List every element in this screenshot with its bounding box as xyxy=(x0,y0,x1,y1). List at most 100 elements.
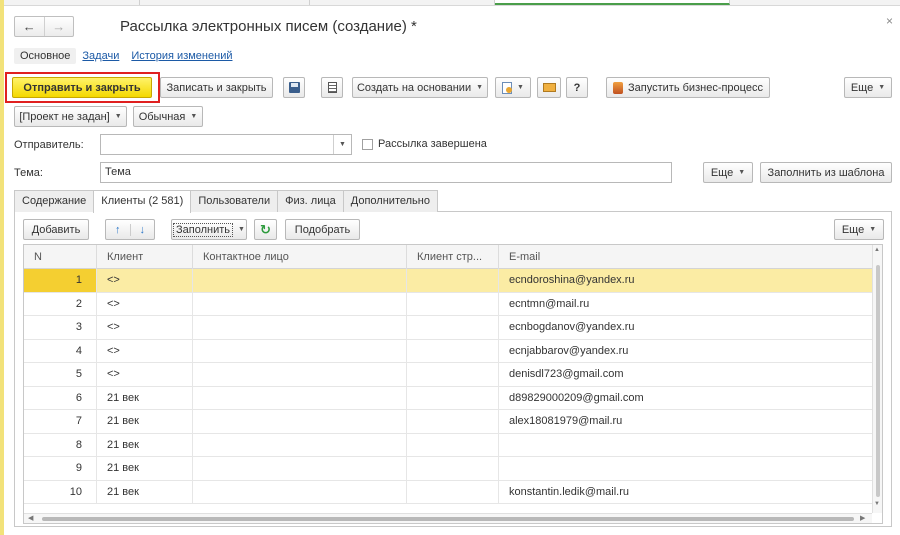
table-row[interactable]: 9 21 век xyxy=(24,457,872,481)
cell-email[interactable]: d89829000209@gmail.com xyxy=(499,387,872,410)
tab-clients[interactable]: Клиенты (2 581) xyxy=(93,190,192,213)
cell-client-str[interactable] xyxy=(407,363,499,386)
vertical-scrollbar[interactable]: ▲ ▼ xyxy=(872,245,882,513)
column-header-n[interactable]: N xyxy=(24,245,97,269)
cell-n[interactable]: 4 xyxy=(24,339,97,362)
cell-contact[interactable] xyxy=(193,386,407,409)
table-row[interactable]: 1 <> ecndoroshina@yandex.ru xyxy=(24,269,872,293)
cell-email[interactable]: ecntmn@mail.ru xyxy=(499,293,872,316)
grid-more-button[interactable]: Еще ▼ xyxy=(834,219,884,240)
cell-client[interactable]: 21 век xyxy=(97,457,193,480)
cell-contact[interactable] xyxy=(193,292,407,315)
table-row[interactable]: 5 <> denisdl723@gmail.com xyxy=(24,363,872,387)
cell-contact[interactable] xyxy=(193,457,407,480)
table-row[interactable]: 2 <> ecntmn@mail.ru xyxy=(24,292,872,316)
move-up-icon[interactable]: ↑ xyxy=(106,223,131,236)
start-business-process-button[interactable]: Запустить бизнес-процесс xyxy=(606,77,770,98)
cell-email[interactable]: alex18081979@mail.ru xyxy=(499,410,872,433)
create-based-on-button[interactable]: Создать на основании ▼ xyxy=(352,77,488,98)
table-row[interactable]: 10 21 век konstantin.ledik@mail.ru xyxy=(24,480,872,504)
cell-email[interactable] xyxy=(499,434,872,457)
cell-client-str[interactable] xyxy=(407,433,499,456)
print-button[interactable]: ▼ xyxy=(495,77,531,98)
mailing-completed-checkbox[interactable] xyxy=(362,139,373,150)
tab-content[interactable]: Содержание xyxy=(14,190,95,212)
list-button[interactable] xyxy=(321,77,343,98)
pick-button[interactable]: Подобрать xyxy=(285,219,360,240)
table-row[interactable]: 4 <> ecnjabbarov@yandex.ru xyxy=(24,339,872,363)
top-tab[interactable] xyxy=(0,0,140,5)
cell-email[interactable]: ecndoroshina@yandex.ru xyxy=(499,269,872,292)
cell-contact[interactable] xyxy=(193,480,407,503)
cell-email[interactable]: denisdl723@gmail.com xyxy=(499,363,872,386)
cell-client[interactable]: 21 век xyxy=(97,386,193,409)
cell-n[interactable]: 7 xyxy=(24,410,97,433)
top-tab[interactable] xyxy=(310,0,495,5)
tab-users[interactable]: Пользователи xyxy=(190,190,279,212)
top-tab-active[interactable] xyxy=(495,0,730,5)
back-button[interactable]: ← xyxy=(15,17,44,36)
scroll-up-icon[interactable]: ▲ xyxy=(874,247,880,253)
cell-email[interactable] xyxy=(499,457,872,480)
cell-client[interactable]: 21 век xyxy=(97,433,193,456)
cell-n[interactable]: 8 xyxy=(24,433,97,456)
add-row-button[interactable]: Добавить xyxy=(23,219,89,240)
subject-input[interactable]: Тема xyxy=(100,162,672,183)
save-button[interactable] xyxy=(283,77,305,98)
cell-n[interactable]: 6 xyxy=(24,386,97,409)
column-header-email[interactable]: E-mail xyxy=(499,245,872,269)
cell-n[interactable]: 2 xyxy=(24,292,97,315)
tab-individuals[interactable]: Физ. лица xyxy=(277,190,344,212)
fill-from-template-button[interactable]: Заполнить из шаблона xyxy=(760,162,892,183)
chevron-down-icon[interactable]: ▼ xyxy=(333,135,351,154)
subject-more-button[interactable]: Еще ▼ xyxy=(703,162,753,183)
table-row[interactable]: 7 21 век alex18081979@mail.ru xyxy=(24,410,872,434)
forward-button[interactable]: → xyxy=(43,17,74,36)
cell-n[interactable]: 9 xyxy=(24,457,97,480)
nav-link-main[interactable]: Основное xyxy=(14,48,77,64)
nav-link-history[interactable]: История изменений xyxy=(125,48,238,64)
importance-dropdown[interactable]: Обычная ▼ xyxy=(133,106,203,127)
column-header-client-str[interactable]: Клиент стр... xyxy=(407,245,499,269)
table-row[interactable]: 6 21 век d89829000209@gmail.com xyxy=(24,386,872,410)
scroll-left-icon[interactable]: ◀ xyxy=(28,514,33,522)
top-tab[interactable] xyxy=(140,0,310,5)
cell-contact[interactable] xyxy=(193,433,407,456)
cell-client[interactable]: <> xyxy=(97,339,193,362)
scroll-down-icon[interactable]: ▼ xyxy=(874,501,880,507)
cell-client-str[interactable] xyxy=(407,339,499,362)
more-button[interactable]: Еще ▼ xyxy=(844,77,892,98)
cell-contact[interactable] xyxy=(193,410,407,433)
table-row[interactable]: 8 21 век xyxy=(24,433,872,457)
cell-client[interactable]: <> xyxy=(97,292,193,315)
cell-client-str[interactable] xyxy=(407,480,499,503)
horizontal-scrollbar[interactable]: ◀ ▶ xyxy=(24,513,872,523)
column-header-contact[interactable]: Контактное лицо xyxy=(193,245,407,269)
cell-contact[interactable] xyxy=(193,316,407,339)
nav-link-tasks[interactable]: Задачи xyxy=(76,48,125,64)
project-dropdown[interactable]: [Проект не задан] ▼ xyxy=(14,106,127,127)
scroll-right-icon[interactable]: ▶ xyxy=(860,514,865,522)
cell-email[interactable]: konstantin.ledik@mail.ru xyxy=(499,481,872,504)
tab-additional[interactable]: Дополнительно xyxy=(342,190,438,212)
save-and-close-button[interactable]: Записать и закрыть xyxy=(160,77,273,98)
sender-field[interactable]: ▼ xyxy=(100,134,352,155)
fill-dropdown-button[interactable]: Заполнить ▼ xyxy=(171,219,247,240)
cell-email[interactable]: ecnjabbarov@yandex.ru xyxy=(499,340,872,363)
send-and-close-button[interactable]: Отправить и закрыть xyxy=(12,77,152,98)
cell-n[interactable]: 10 xyxy=(24,480,97,503)
envelope-button[interactable] xyxy=(537,77,561,98)
cell-n[interactable]: 1 xyxy=(24,269,97,292)
cell-client-str[interactable] xyxy=(407,457,499,480)
horizontal-scroll-thumb[interactable] xyxy=(42,517,854,521)
cell-client[interactable]: 21 век xyxy=(97,480,193,503)
cell-client-str[interactable] xyxy=(407,386,499,409)
vertical-scroll-thumb[interactable] xyxy=(876,265,880,497)
cell-n[interactable]: 5 xyxy=(24,363,97,386)
refresh-button[interactable]: ↻ xyxy=(254,219,277,240)
help-button[interactable]: ? xyxy=(566,77,588,98)
move-down-icon[interactable]: ↓ xyxy=(131,224,155,236)
cell-client[interactable]: 21 век xyxy=(97,410,193,433)
cell-contact[interactable] xyxy=(193,269,407,292)
cell-client-str[interactable] xyxy=(407,269,499,292)
